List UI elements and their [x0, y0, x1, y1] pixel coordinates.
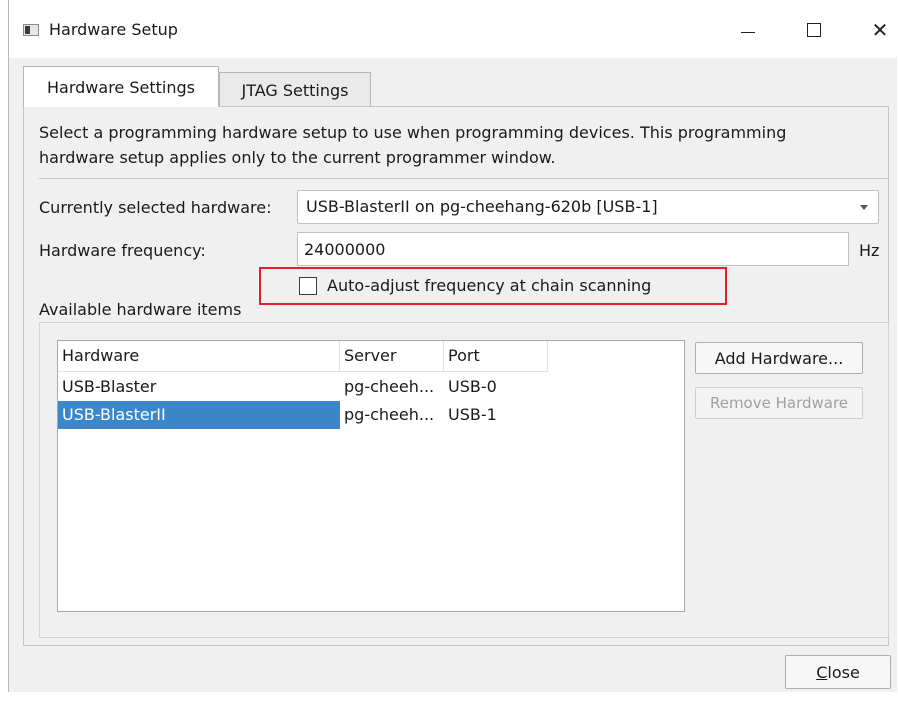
cell-server: pg-cheeh...	[344, 405, 435, 424]
table-header: Hardware Server Port	[58, 341, 548, 372]
description-text: Select a programming hardware setup to u…	[39, 123, 787, 167]
minimize-icon	[741, 31, 755, 33]
cell-server: pg-cheeh...	[344, 377, 435, 396]
auto-adjust-checkbox[interactable]	[299, 277, 317, 295]
column-header-port[interactable]: Port	[444, 341, 548, 371]
auto-adjust-label[interactable]: Auto-adjust frequency at chain scanning	[327, 276, 651, 295]
remove-hardware-button[interactable]: Remove Hardware	[695, 387, 863, 419]
close-window-button[interactable]: ✕	[857, 10, 898, 50]
add-hardware-button[interactable]: Add Hardware...	[695, 342, 863, 374]
divider	[39, 178, 889, 179]
close-label-rest: lose	[827, 662, 860, 682]
table-row[interactable]: USB-Blaster pg-cheeh... USB-0	[58, 373, 548, 401]
cell-port: USB-1	[448, 405, 497, 424]
tab-label: Hardware Settings	[47, 77, 195, 97]
app-icon	[23, 24, 39, 36]
cell-hardware: USB-Blaster	[62, 377, 157, 396]
available-hardware-label: Available hardware items	[39, 300, 242, 319]
cell-port: USB-0	[448, 377, 497, 396]
tab-jtag-settings[interactable]: JTAG Settings	[219, 72, 371, 107]
tab-hardware-settings[interactable]: Hardware Settings	[23, 66, 219, 107]
minimize-button[interactable]	[725, 10, 771, 50]
close-button[interactable]: Close	[785, 655, 891, 689]
close-icon: ✕	[871, 18, 889, 42]
close-mnemonic: C	[816, 662, 828, 682]
selected-hardware-dropdown[interactable]: USB-BlasterII on pg-cheehang-620b [USB-1…	[297, 190, 879, 224]
maximize-button[interactable]	[791, 10, 837, 50]
window-title: Hardware Setup	[49, 20, 178, 39]
hardware-setup-window: Hardware Setup ✕ Hardware Settings JTAG …	[8, 0, 897, 692]
column-header-hardware[interactable]: Hardware	[58, 341, 340, 371]
hardware-table: Hardware Server Port USB-Blaster pg-chee…	[57, 340, 685, 612]
maximize-icon	[807, 23, 821, 37]
selected-hardware-label: Currently selected hardware:	[39, 198, 272, 217]
frequency-input[interactable]	[297, 232, 849, 266]
column-header-server[interactable]: Server	[340, 341, 444, 371]
frequency-unit: Hz	[859, 241, 880, 260]
selected-hardware-value: USB-BlasterII on pg-cheehang-620b [USB-1…	[306, 197, 658, 216]
tab-label: JTAG Settings	[241, 80, 349, 100]
table-row[interactable]: USB-BlasterII pg-cheeh... USB-1	[58, 401, 548, 429]
frequency-label: Hardware frequency:	[39, 241, 206, 260]
chevron-down-icon	[860, 205, 868, 210]
cell-hardware: USB-BlasterII	[58, 401, 340, 429]
title-bar: Hardware Setup ✕	[9, 0, 897, 58]
